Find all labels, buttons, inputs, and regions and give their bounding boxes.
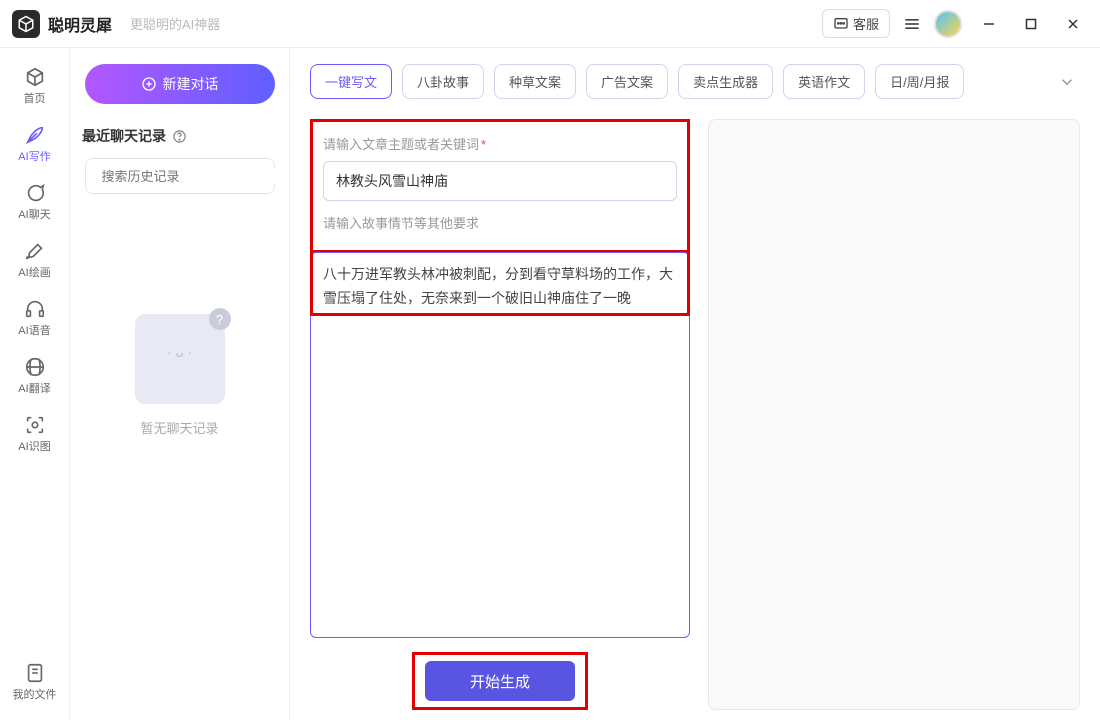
- customer-service-label: 客服: [853, 14, 879, 33]
- scan-icon: [24, 414, 46, 436]
- minimize-icon: [982, 17, 996, 31]
- feather-icon: [24, 124, 46, 146]
- app-name: 聪明灵犀: [48, 12, 112, 36]
- chevron-down-icon: [1058, 73, 1076, 91]
- empty-state: ? · ᴗ · 暂无聊天记录: [135, 314, 225, 437]
- translate-icon: [24, 356, 46, 378]
- close-icon: [1066, 17, 1080, 31]
- tag-grass[interactable]: 种草文案: [494, 64, 576, 99]
- sidebar-item-home[interactable]: 首页: [5, 60, 65, 112]
- highlight-box-generate: 开始生成: [412, 652, 588, 710]
- sidebar-item-label: AI语音: [18, 322, 50, 338]
- empty-text: 暂无聊天记录: [140, 418, 218, 437]
- sidebar-item-label: AI写作: [18, 148, 50, 164]
- sidebar-item-vision[interactable]: AI识图: [5, 408, 65, 460]
- sidebar: 首页 AI写作 AI聊天 AI绘画 AI语音 AI翻译 AI识图 我: [0, 48, 70, 720]
- recent-title: 最近聊天记录: [82, 126, 166, 146]
- recent-panel: 新建对话 最近聊天记录 ? · ᴗ · 暂无聊天记录: [70, 48, 290, 720]
- sidebar-item-label: AI聊天: [18, 206, 50, 222]
- logo: 聪明灵犀 更聪明的AI神器: [12, 10, 220, 38]
- tag-onekey[interactable]: 一键写文: [310, 64, 392, 99]
- question-badge-icon: ?: [209, 308, 231, 330]
- sidebar-item-label: AI翻译: [18, 380, 50, 396]
- detail-textarea[interactable]: [323, 263, 677, 627]
- tag-gossip[interactable]: 八卦故事: [402, 64, 484, 99]
- output-panel: [708, 119, 1080, 710]
- plus-circle-icon: [141, 76, 157, 92]
- recent-header: 最近聊天记录: [82, 126, 277, 146]
- sidebar-item-label: AI识图: [18, 438, 50, 454]
- tag-english[interactable]: 英语作文: [783, 64, 865, 99]
- maximize-button[interactable]: [1016, 9, 1046, 39]
- brush-icon: [24, 240, 46, 262]
- sidebar-item-files[interactable]: 我的文件: [5, 656, 65, 708]
- sidebar-item-label: 我的文件: [13, 686, 57, 702]
- new-chat-button[interactable]: 新建对话: [85, 64, 275, 104]
- sidebar-item-chat[interactable]: AI聊天: [5, 176, 65, 228]
- sidebar-item-draw[interactable]: AI绘画: [5, 234, 65, 286]
- topic-label: 请输入文章主题或者关键词*: [323, 134, 677, 153]
- highlight-box-inputs: 请输入文章主题或者关键词* 请输入故事情节等其他要求: [310, 119, 690, 253]
- search-box[interactable]: [85, 158, 275, 194]
- tags-expand-button[interactable]: [1054, 69, 1080, 95]
- detail-label: 请输入故事情节等其他要求: [323, 213, 677, 232]
- chat-icon: [833, 16, 849, 32]
- form-left: 请输入文章主题或者关键词* 请输入故事情节等其他要求 开始生成: [310, 119, 690, 710]
- hamburger-icon: [902, 14, 922, 34]
- new-chat-label: 新建对话: [163, 74, 219, 94]
- template-tags: 一键写文 八卦故事 种草文案 广告文案 卖点生成器 英语作文 日/周/月报: [310, 64, 1080, 99]
- app-logo-icon: [12, 10, 40, 38]
- minimize-button[interactable]: [974, 9, 1004, 39]
- chat-bubble-icon: [24, 182, 46, 204]
- question-circle-icon[interactable]: [172, 129, 187, 144]
- topic-input[interactable]: [323, 161, 677, 201]
- close-button[interactable]: [1058, 9, 1088, 39]
- generate-button[interactable]: 开始生成: [425, 661, 575, 701]
- sidebar-item-write[interactable]: AI写作: [5, 118, 65, 170]
- tag-report[interactable]: 日/周/月报: [875, 64, 964, 99]
- tag-ad[interactable]: 广告文案: [586, 64, 668, 99]
- sidebar-item-voice[interactable]: AI语音: [5, 292, 65, 344]
- titlebar: 聪明灵犀 更聪明的AI神器 客服: [0, 0, 1100, 48]
- content-panel: 一键写文 八卦故事 种草文案 广告文案 卖点生成器 英语作文 日/周/月报 请输…: [290, 48, 1100, 720]
- tag-selling[interactable]: 卖点生成器: [678, 64, 773, 99]
- avatar[interactable]: [934, 10, 962, 38]
- maximize-icon: [1025, 18, 1037, 30]
- tagline: 更聪明的AI神器: [130, 14, 220, 33]
- sidebar-item-translate[interactable]: AI翻译: [5, 350, 65, 402]
- sidebar-item-label: 首页: [24, 90, 46, 106]
- menu-button[interactable]: [902, 14, 922, 34]
- file-icon: [24, 662, 46, 684]
- customer-service-button[interactable]: 客服: [822, 9, 890, 38]
- sidebar-item-label: AI绘画: [18, 264, 50, 280]
- search-input[interactable]: [102, 169, 278, 184]
- detail-textarea-wrap[interactable]: [310, 252, 690, 638]
- empty-illustration: ? · ᴗ ·: [135, 314, 225, 404]
- cube-icon: [24, 66, 46, 88]
- headphone-icon: [24, 298, 46, 320]
